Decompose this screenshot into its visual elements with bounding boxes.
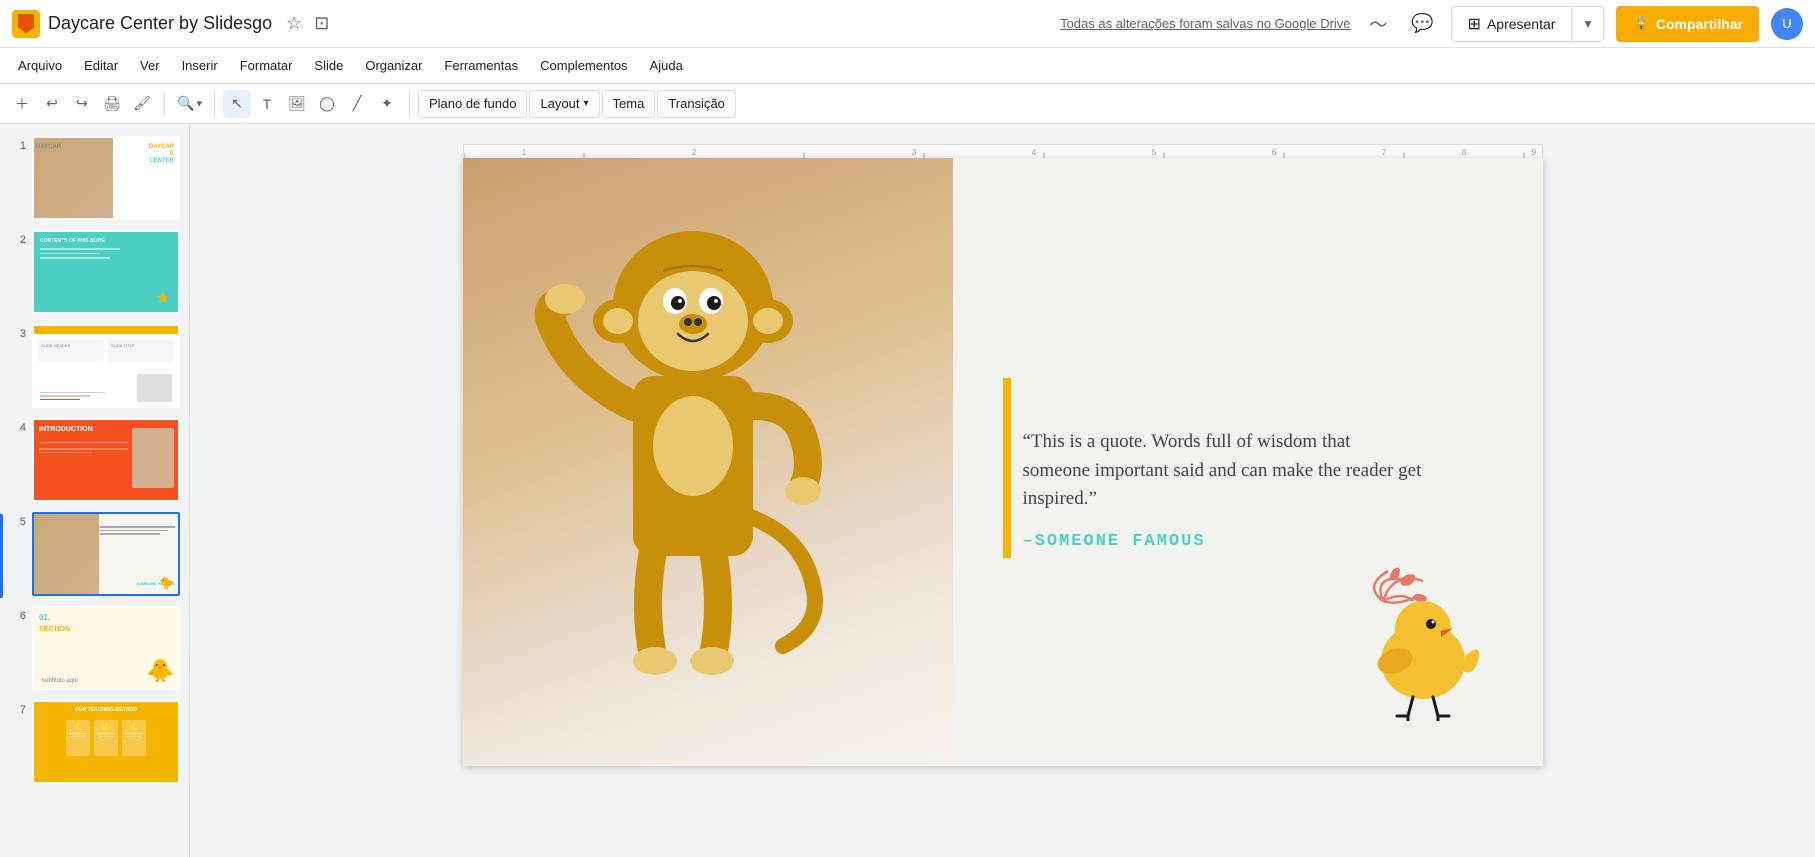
slide-item-5[interactable]: 5 SOMEONE FAMOUS 🐤 [0, 508, 189, 600]
slide-canvas[interactable]: “This is a quote. Words full of wisdom t… [463, 158, 1543, 766]
star-icon[interactable]: ☆ [286, 13, 302, 34]
menu-arquivo[interactable]: Arquivo [8, 54, 72, 77]
menu-inserir[interactable]: Inserir [172, 54, 228, 77]
svg-text:3: 3 [911, 148, 916, 157]
print-btn[interactable]: 🖨 [98, 90, 126, 118]
slide-panel: 1 DAYCAR DAYCARECENTER 2 CONTE [0, 124, 190, 857]
yellow-accent-bar [1003, 378, 1011, 558]
drive-icon[interactable]: ⊡ [314, 13, 329, 34]
paint-btn[interactable]: 🖌 [128, 90, 156, 118]
svg-text:1: 1 [521, 148, 526, 157]
menu-complementos[interactable]: Complementos [530, 54, 637, 77]
slide-item-6[interactable]: 6 01. SECTION subtítulo aqui 🐥 [0, 602, 189, 694]
user-avatar[interactable]: U [1771, 8, 1803, 40]
image-tool[interactable]: 🖼 [283, 90, 311, 118]
menu-editar[interactable]: Editar [74, 54, 128, 77]
svg-text:6: 6 [1271, 148, 1276, 157]
comment-tool[interactable]: ✦ [373, 90, 401, 118]
menu-slide[interactable]: Slide [304, 54, 353, 77]
slide-item-7[interactable]: 7 OUR TEACHING METHOD ⭐ ⭐ [0, 696, 189, 788]
share-label: Compartilhar [1656, 16, 1743, 32]
svg-text:5: 5 [1151, 148, 1156, 157]
slide-num-6: 6 [8, 610, 26, 622]
menu-formatar[interactable]: Formatar [230, 54, 303, 77]
slide-num-7: 7 [8, 704, 26, 716]
monkey-illustration [493, 206, 913, 766]
toolbar-file-group: ＋ ↩ ↪ 🖨 🖌 [8, 90, 156, 118]
layout-btn[interactable]: Layout ▾ [529, 90, 599, 118]
theme-btn[interactable]: Tema [602, 90, 656, 118]
trending-icon[interactable]: 〜 [1363, 8, 1395, 40]
app-icon [12, 10, 40, 38]
toolbar-zoom-group: 🔍 ▾ [173, 90, 206, 118]
redo-btn[interactable]: ↪ [68, 90, 96, 118]
svg-text:8: 8 [1461, 148, 1466, 157]
background-btn[interactable]: Plano de fundo [418, 90, 527, 118]
slide-num-1: 1 [8, 140, 26, 152]
top-bar: Daycare Center by Slidesgo ☆ ⊡ Todas as … [0, 0, 1815, 48]
document-title: Daycare Center by Slidesgo [48, 13, 272, 34]
toolbar-slide-group: Plano de fundo Layout ▾ Tema Transição [418, 90, 736, 118]
chat-icon[interactable]: 💬 [1407, 8, 1439, 40]
text-tool[interactable]: T [253, 90, 281, 118]
svg-text:7: 7 [1381, 148, 1386, 157]
active-slide-indicator [0, 514, 3, 598]
present-dropdown[interactable]: ▾ [1572, 6, 1604, 42]
sep3 [409, 92, 410, 116]
slide-item-3[interactable]: 3 SLIDE HEADER SLIDE TITLE [0, 320, 189, 412]
slide-thumb-6[interactable]: 01. SECTION subtítulo aqui 🐥 [32, 606, 180, 690]
line-tool[interactable]: ╱ [343, 90, 371, 118]
top-right-actions: Todas as alterações foram salvas no Goog… [1060, 6, 1803, 42]
svg-text:9: 9 [1531, 148, 1536, 157]
slide-num-4: 4 [8, 422, 26, 434]
new-slide-btn[interactable]: ＋ [8, 90, 36, 118]
saved-status: Todas as alterações foram salvas no Goog… [1060, 16, 1350, 31]
slide-item-1[interactable]: 1 DAYCAR DAYCARECENTER [0, 132, 189, 224]
slide-num-5: 5 [8, 516, 26, 528]
slide-thumb-3[interactable]: SLIDE HEADER SLIDE TITLE [32, 324, 180, 408]
present-button[interactable]: ⊞ Apresentar [1451, 6, 1573, 42]
quote-author: –SOMEONE FAMOUS [1023, 532, 1423, 551]
slide-num-3: 3 [8, 328, 26, 340]
shape-tool[interactable]: ◯ [313, 90, 341, 118]
chick-svg [1323, 561, 1483, 721]
zoom-btn[interactable]: 🔍 ▾ [173, 90, 206, 118]
quote-section: “This is a quote. Words full of wisdom t… [1023, 428, 1423, 551]
menu-ver[interactable]: Ver [130, 54, 170, 77]
slide-num-2: 2 [8, 234, 26, 246]
undo-btn[interactable]: ↩ [38, 90, 66, 118]
main-area: 1 DAYCAR DAYCARECENTER 2 CONTE [0, 124, 1815, 857]
sep2 [214, 92, 215, 116]
slide-thumb-1[interactable]: DAYCAR DAYCARECENTER [32, 136, 180, 220]
slide-thumb-7[interactable]: OUR TEACHING METHOD ⭐ ⭐ [32, 700, 180, 784]
menu-ferramentas[interactable]: Ferramentas [434, 54, 528, 77]
chick-illustration [1323, 561, 1483, 726]
editor-area: 1 2 3 4 5 6 7 8 9 [190, 124, 1815, 857]
slide-photo-area [463, 158, 953, 766]
slide-thumb-2[interactable]: CONTENTS OF THIS SLIDE ★ [32, 230, 180, 314]
lock-icon: 🔒 [1632, 15, 1649, 32]
slide-thumb-4[interactable]: INTRODUCTION [32, 418, 180, 502]
toolbar: ＋ ↩ ↪ 🖨 🖌 🔍 ▾ ↖ T 🖼 ◯ ╱ ✦ Plano de fundo… [0, 84, 1815, 124]
cursor-tool[interactable]: ↖ [223, 90, 251, 118]
svg-text:4: 4 [1031, 148, 1036, 157]
toolbar-tools-group: ↖ T 🖼 ◯ ╱ ✦ [223, 90, 401, 118]
quote-text: “This is a quote. Words full of wisdom t… [1023, 428, 1423, 514]
ruler-horizontal: 1 2 3 4 5 6 7 8 9 [463, 144, 1543, 158]
menu-organizar[interactable]: Organizar [355, 54, 432, 77]
slide-item-2[interactable]: 2 CONTENTS OF THIS SLIDE ★ [0, 226, 189, 318]
slide-item-4[interactable]: 4 INTRODUCTION [0, 414, 189, 506]
slides-logo [18, 14, 34, 34]
menu-bar: Arquivo Editar Ver Inserir Formatar Slid… [0, 48, 1815, 84]
slide-thumb-5[interactable]: SOMEONE FAMOUS 🐤 [32, 512, 180, 596]
sep1 [164, 92, 165, 116]
svg-text:2: 2 [691, 148, 696, 157]
transition-btn[interactable]: Transição [657, 90, 736, 118]
share-button[interactable]: 🔒 Compartilhar [1616, 6, 1759, 42]
menu-ajuda[interactable]: Ajuda [640, 54, 693, 77]
present-label: Apresentar [1487, 16, 1555, 32]
